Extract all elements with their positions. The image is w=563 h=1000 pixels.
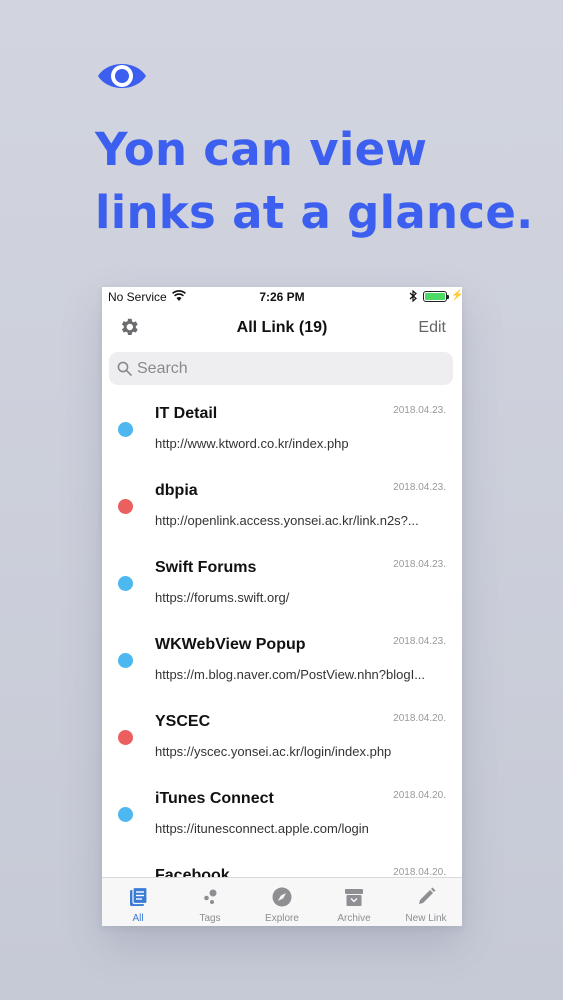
link-color-dot (118, 422, 133, 437)
headline-line-2: links at a glance. (95, 186, 534, 239)
tab-archive[interactable]: Archive (318, 878, 390, 926)
nav-title: All Link (19) (236, 319, 328, 336)
charging-icon: ⚡ (451, 290, 462, 301)
link-date: 2018.04.23. (393, 482, 446, 493)
headline-line-1: Yon can view (95, 123, 428, 176)
tab-explore[interactable]: Explore (246, 878, 318, 926)
phone-screen: No Service 7:26 PM ⚡ All Link (19) Edit (102, 287, 462, 926)
pencil-icon (419, 887, 436, 904)
link-color-dot (118, 576, 133, 591)
link-url: http://www.ktword.co.kr/index.php (155, 436, 349, 451)
link-date: 2018.04.23. (393, 405, 446, 416)
nav-bar: All Link (19) Edit (102, 309, 462, 345)
tab-label: Archive (337, 913, 371, 924)
search-icon (117, 361, 132, 376)
list-item[interactable]: YSCEC 2018.04.20. https://yscec.yonsei.a… (102, 699, 462, 776)
list-item[interactable]: WKWebView Popup 2018.04.23. https://m.bl… (102, 622, 462, 699)
link-color-dot (118, 653, 133, 668)
link-url: http://openlink.access.yonsei.ac.kr/link… (155, 513, 419, 528)
link-title: YSCEC (155, 713, 211, 730)
link-title: IT Detail (155, 405, 218, 422)
tab-label: All (132, 913, 144, 924)
headline: Yon can view links at a glance. (95, 118, 535, 244)
link-title: dbpia (155, 482, 198, 499)
book-icon (130, 886, 148, 906)
search-bar[interactable] (109, 352, 453, 385)
link-color-dot (118, 730, 133, 745)
tab-label: Tags (199, 913, 221, 924)
eye-icon (98, 64, 146, 88)
link-title: Swift Forums (155, 559, 257, 576)
edit-button[interactable]: Edit (418, 319, 446, 337)
link-list: IT Detail 2018.04.23. http://www.ktword.… (102, 391, 462, 926)
tab-label: New Link (405, 913, 447, 924)
battery-icon (423, 291, 449, 302)
link-date: 2018.04.23. (393, 559, 446, 570)
archive-icon (345, 889, 363, 906)
tab-new-link[interactable]: New Link (390, 878, 462, 926)
search-input[interactable] (137, 352, 437, 385)
link-title: iTunes Connect (155, 790, 274, 807)
link-color-dot (118, 807, 133, 822)
link-title: WKWebView Popup (155, 636, 306, 653)
link-date: 2018.04.20. (393, 713, 446, 724)
link-url: https://yscec.yonsei.ac.kr/login/index.p… (155, 744, 392, 759)
tab-label: Explore (265, 913, 299, 924)
link-url: https://itunesconnect.apple.com/login (155, 821, 369, 836)
bluetooth-icon (409, 290, 417, 302)
status-time: 7:26 PM (259, 290, 305, 304)
list-item[interactable]: iTunes Connect 2018.04.20. https://itune… (102, 776, 462, 853)
link-url: https://forums.swift.org/ (155, 590, 290, 605)
tags-icon (204, 889, 217, 904)
tab-bar: All Tags Explore Archive New Link (102, 877, 462, 926)
tab-tags[interactable]: Tags (174, 878, 246, 926)
list-item[interactable]: IT Detail 2018.04.23. http://www.ktword.… (102, 391, 462, 468)
link-date: 2018.04.23. (393, 636, 446, 647)
tab-all[interactable]: All (102, 878, 174, 926)
list-item[interactable]: Swift Forums 2018.04.23. https://forums.… (102, 545, 462, 622)
status-bar: No Service 7:26 PM ⚡ (102, 287, 462, 307)
compass-icon (272, 887, 292, 907)
link-url: https://m.blog.naver.com/PostView.nhn?bl… (155, 667, 426, 682)
list-item[interactable]: dbpia 2018.04.23. http://openlink.access… (102, 468, 462, 545)
link-date: 2018.04.20. (393, 790, 446, 801)
link-color-dot (118, 499, 133, 514)
